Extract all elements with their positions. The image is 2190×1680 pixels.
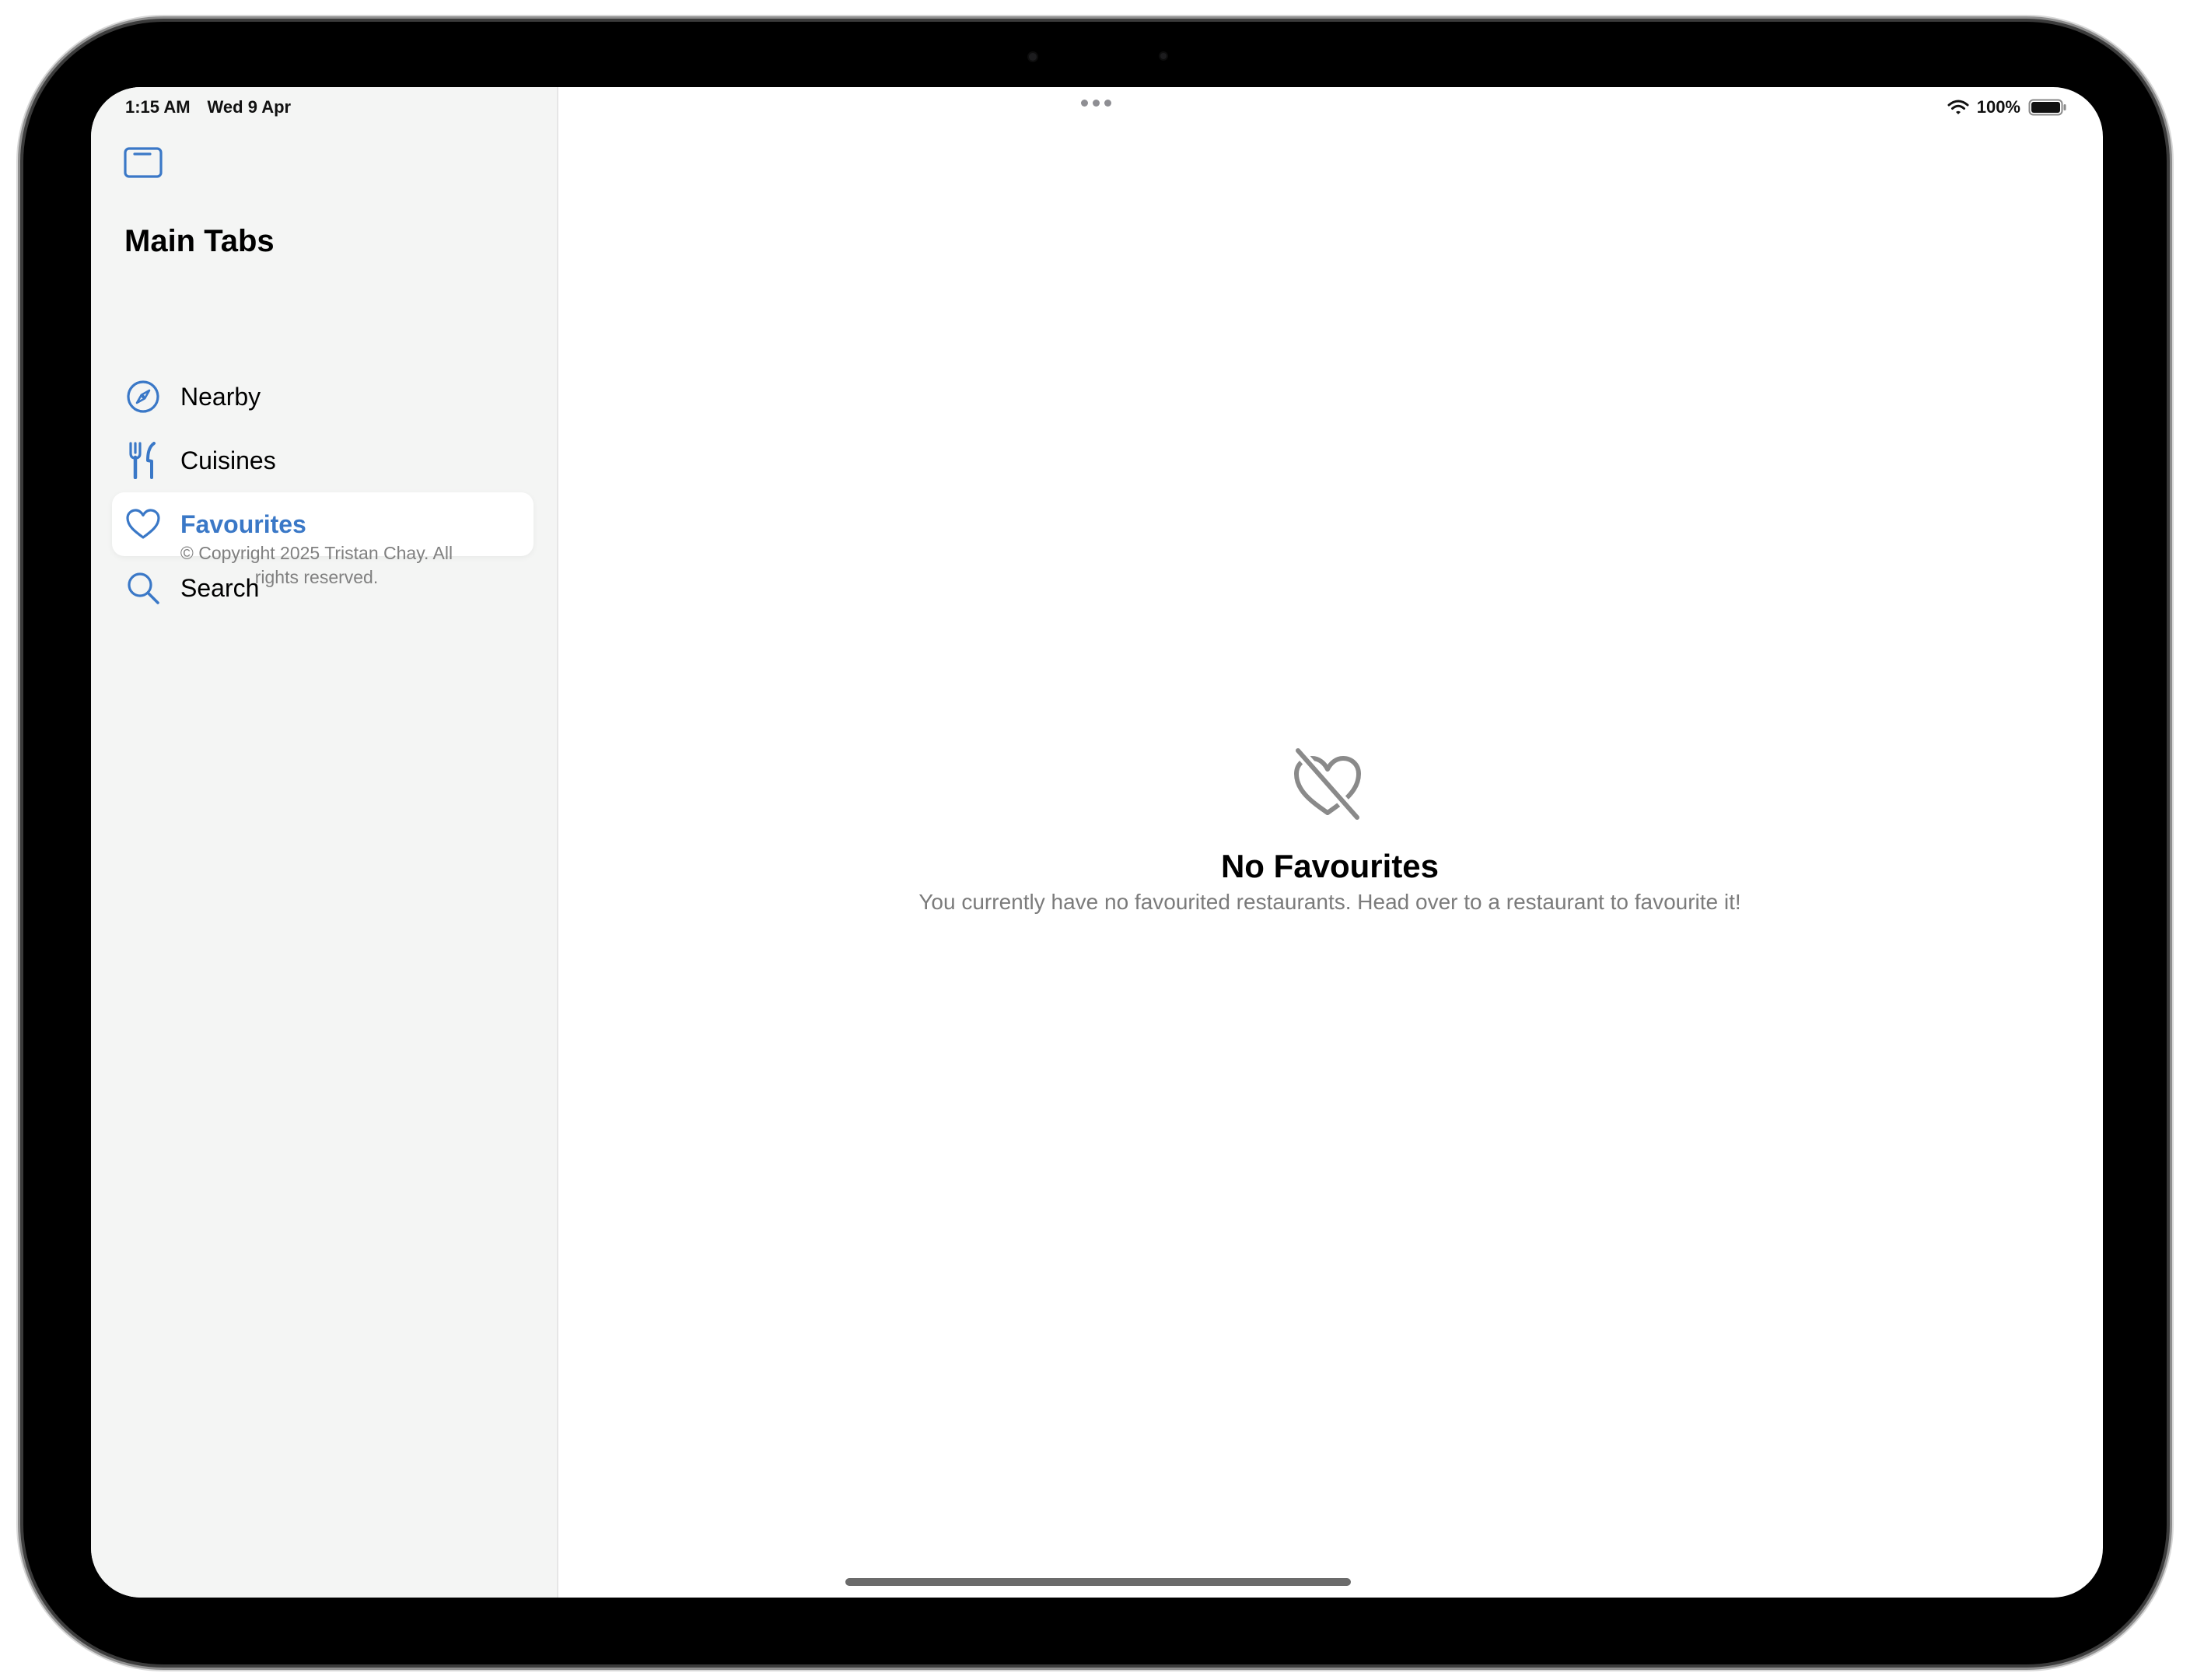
- sidebar-item-label: Nearby: [180, 382, 261, 411]
- sidebar-icon: [124, 147, 163, 178]
- copyright-text: © Copyright 2025 Tristan Chay. All right…: [180, 543, 453, 587]
- sidebar-item-cuisines[interactable]: Cuisines: [112, 429, 534, 492]
- wifi-icon: [1947, 100, 1969, 114]
- sidebar-item-nearby[interactable]: Nearby: [112, 365, 534, 429]
- home-indicator[interactable]: [845, 1578, 1351, 1586]
- sidebar-toggle-button[interactable]: [122, 142, 166, 185]
- dot: [1081, 100, 1088, 107]
- empty-state-title: No Favourites: [1220, 848, 1440, 884]
- battery-percentage: 100%: [1976, 97, 2020, 117]
- camera-sensor: [1160, 53, 1167, 59]
- heart-slash-icon: [1289, 745, 1366, 824]
- multitasking-dots-button[interactable]: [1081, 100, 1111, 107]
- empty-state-message: You currently have no favourited restaur…: [918, 890, 1741, 914]
- status-bar-left: 1:15 AM Wed 9 Apr: [125, 92, 291, 123]
- heart-icon: [123, 504, 163, 544]
- status-time: 1:15 AM: [125, 97, 191, 117]
- device-screen: Main Tabs Nearby Cuisines Favourites Sea…: [91, 87, 2103, 1598]
- fork-knife-icon: [123, 440, 163, 481]
- battery-icon: [2028, 99, 2066, 116]
- magnifying-glass-icon: [123, 568, 163, 608]
- sidebar-item-label: Cuisines: [180, 446, 276, 474]
- front-camera: [1029, 53, 1037, 61]
- sidebar: Main Tabs Nearby Cuisines Favourites Sea…: [91, 87, 558, 1598]
- section-title: Main Tabs: [124, 224, 275, 258]
- sidebar-item-label: Favourites: [180, 509, 306, 538]
- dot: [1104, 100, 1111, 107]
- compass-icon: [123, 376, 163, 417]
- dot: [1093, 100, 1100, 107]
- status-bar-right: 100%: [1947, 92, 2067, 123]
- status-date: Wed 9 Apr: [207, 97, 292, 117]
